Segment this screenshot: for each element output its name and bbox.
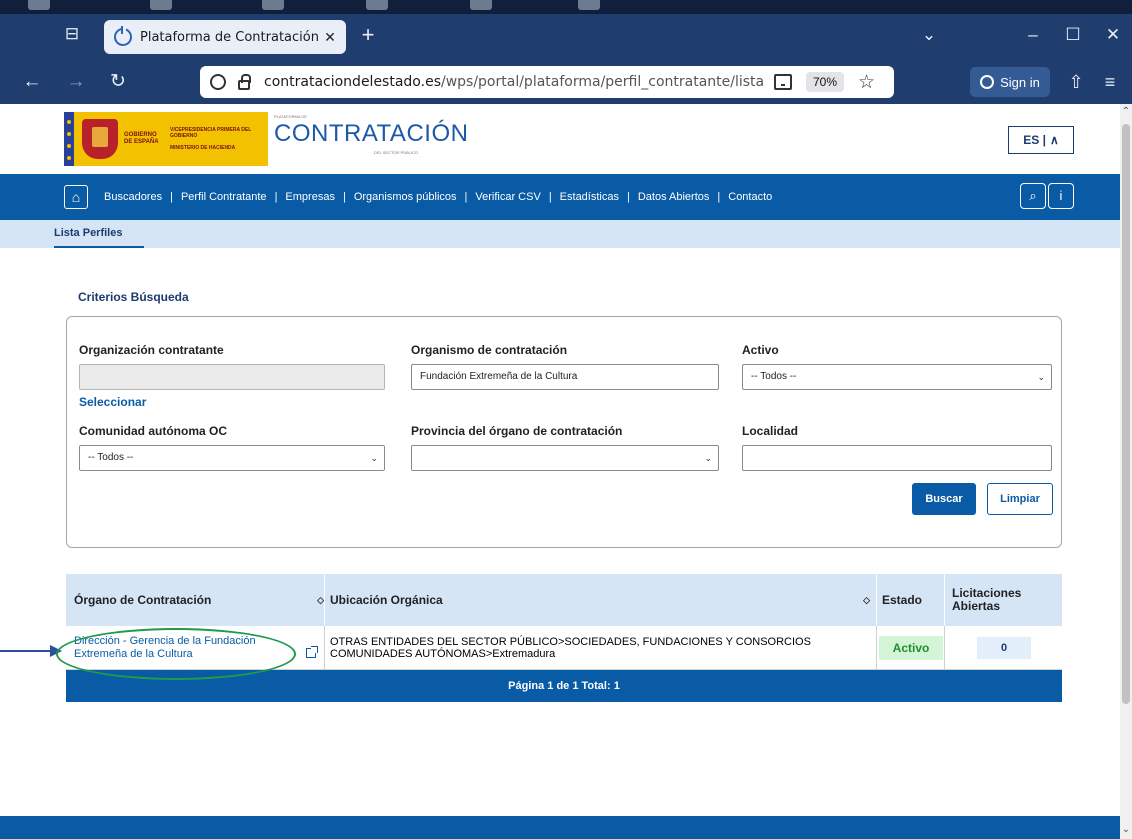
col-ubicacion[interactable]: Ubicación Orgánica ◇ [330, 574, 870, 626]
brand-word: CONTRATACIÓN [274, 120, 469, 147]
nav-item-organismos[interactable]: Organismos públicos [354, 191, 457, 203]
lock-icon[interactable] [238, 73, 251, 90]
footer-band [0, 816, 1120, 839]
sort-icon[interactable]: ◇ [863, 595, 870, 606]
provincia-select[interactable]: ⌄ [411, 445, 719, 471]
search-form: Organización contratante Seleccionar Org… [66, 316, 1062, 548]
maximize-button[interactable]: ☐ [1058, 22, 1088, 48]
search-icon[interactable]: ⌕ [1020, 183, 1046, 209]
main-navigation: ⌂ Buscadores | Perfil Contratante | Empr… [0, 174, 1120, 220]
browser-toolbar: ← → ↻ contrataciondelestado.es/wps/porta… [0, 60, 1132, 104]
list-all-tabs-icon[interactable]: ⌄ [914, 22, 944, 48]
external-link-icon[interactable] [306, 646, 318, 658]
buscar-button[interactable]: Buscar [912, 483, 976, 515]
tab-title: Plataforma de Contratación del [140, 29, 320, 45]
back-icon[interactable]: ← [18, 68, 46, 96]
tracking-shield-icon[interactable] [210, 74, 226, 90]
scroll-down-icon[interactable]: ⌄ [1120, 824, 1132, 835]
table-header: Órgano de Contratación ◇ Ubicación Orgáni… [66, 574, 1062, 626]
scrollbar-thumb[interactable] [1122, 124, 1130, 704]
new-tab-button[interactable]: + [356, 22, 380, 48]
minimize-button[interactable]: – [1018, 22, 1048, 48]
tab-list-icon[interactable]: ⊟ [62, 24, 82, 44]
localidad-label: Localidad [742, 424, 799, 438]
browser-tab[interactable]: Plataforma de Contratación del ✕ [104, 20, 346, 54]
annotation-arrow-icon [0, 645, 62, 657]
menu-icon[interactable]: ≡ [1096, 68, 1124, 96]
scroll-up-icon[interactable]: ⌃ [1120, 106, 1132, 117]
localidad-input[interactable] [742, 445, 1052, 471]
language-selector[interactable]: ES | ∧ [1008, 126, 1074, 154]
nav-item-buscadores[interactable]: Buscadores [104, 191, 162, 203]
nav-item-verificar-csv[interactable]: Verificar CSV [475, 191, 540, 203]
nav-item-estadisticas[interactable]: Estadísticas [560, 191, 619, 203]
col-estado: Estado [882, 593, 923, 607]
chevron-down-icon: ⌄ [370, 453, 378, 463]
tab-close-icon[interactable]: ✕ [320, 29, 340, 46]
chevron-up-icon: ∧ [1049, 133, 1059, 147]
col-organo[interactable]: Órgano de Contratación ◇ [74, 574, 324, 626]
page-content: GOBIERNO DE ESPAÑA VICEPRESIDENCIA PRIME… [0, 104, 1120, 839]
status-badge: Activo [878, 636, 944, 660]
sort-icon[interactable]: ◇ [317, 595, 324, 606]
government-logo[interactable]: GOBIERNO DE ESPAÑA VICEPRESIDENCIA PRIME… [64, 112, 268, 166]
bookmark-star-icon[interactable]: ☆ [858, 71, 875, 94]
seleccionar-link[interactable]: Seleccionar [79, 395, 146, 409]
gov-text: GOBIERNO DE ESPAÑA [124, 132, 159, 145]
eu-flag-icon [64, 112, 74, 166]
count-badge: 0 [976, 637, 1032, 659]
site-header: GOBIERNO DE ESPAÑA VICEPRESIDENCIA PRIME… [0, 104, 1120, 174]
chevron-down-icon: ⌄ [704, 453, 712, 463]
estado-cell: Activo [878, 626, 944, 670]
vice-text: VICEPRESIDENCIA PRIMERA DEL GOBIERNO MIN… [170, 127, 252, 151]
nav-item-contacto[interactable]: Contacto [728, 191, 772, 203]
scrollbar[interactable]: ⌃ ⌄ [1120, 104, 1132, 839]
info-icon[interactable]: i [1048, 183, 1074, 209]
org-contratante-label: Organización contratante [79, 343, 224, 357]
nav-item-perfil-contratante[interactable]: Perfil Contratante [181, 191, 267, 203]
activo-label: Activo [742, 343, 779, 357]
comunidad-select[interactable]: -- Todos -- ⌄ [79, 445, 385, 471]
home-icon[interactable]: ⌂ [64, 185, 88, 209]
provincia-label: Provincia del órgano de contratación [411, 424, 623, 438]
annotation-ellipse [56, 628, 296, 680]
reader-view-icon[interactable] [774, 74, 792, 90]
col-licitaciones: Licitaciones Abiertas [952, 586, 1022, 613]
power-icon [114, 26, 132, 46]
url-text[interactable]: contrataciondelestado.es/wps/portal/plat… [264, 74, 764, 90]
activo-select[interactable]: -- Todos -- ⌄ [742, 364, 1052, 390]
licitaciones-cell: 0 [946, 626, 1062, 670]
org-contratante-field[interactable] [79, 364, 385, 390]
browser-tab-strip: ⊟ Plataforma de Contratación del ✕ + ⌄ –… [0, 0, 1132, 60]
coat-of-arms-icon [82, 119, 118, 159]
platform-logo[interactable]: PLATAFORMA DE CONTRATACIÓN DEL SECTOR PÚ… [274, 114, 469, 155]
account-icon [980, 75, 995, 89]
nav-item-empresas[interactable]: Empresas [285, 191, 335, 203]
address-bar[interactable]: contrataciondelestado.es/wps/portal/plat… [200, 66, 894, 98]
forward-icon[interactable]: → [62, 68, 90, 96]
zoom-level[interactable]: 70% [806, 72, 845, 92]
sign-in-label: Sign in [1000, 74, 1040, 90]
chevron-down-icon: ⌄ [1037, 372, 1045, 382]
limpiar-button[interactable]: Limpiar [987, 483, 1053, 515]
organismo-input[interactable]: Fundación Extremeña de la Cultura [411, 364, 719, 390]
nav-item-datos-abiertos[interactable]: Datos Abiertos [638, 191, 710, 203]
sub-navigation: Lista Perfiles [0, 220, 1120, 248]
close-window-button[interactable]: ✕ [1098, 22, 1128, 48]
comunidad-label: Comunidad autónoma OC [79, 424, 227, 438]
ubicacion-cell: OTRAS ENTIDADES DEL SECTOR PÚBLICO>SOCIE… [330, 636, 811, 660]
sign-in-button[interactable]: Sign in [970, 67, 1050, 97]
share-icon[interactable]: ⇧ [1062, 68, 1090, 96]
taskbar-strip [0, 0, 1132, 14]
tab-lista-perfiles[interactable]: Lista Perfiles [54, 220, 145, 248]
reload-icon[interactable]: ↻ [104, 68, 132, 96]
organismo-label: Organismo de contratación [411, 343, 568, 357]
search-criteria-title: Criterios Búsqueda [78, 290, 189, 304]
